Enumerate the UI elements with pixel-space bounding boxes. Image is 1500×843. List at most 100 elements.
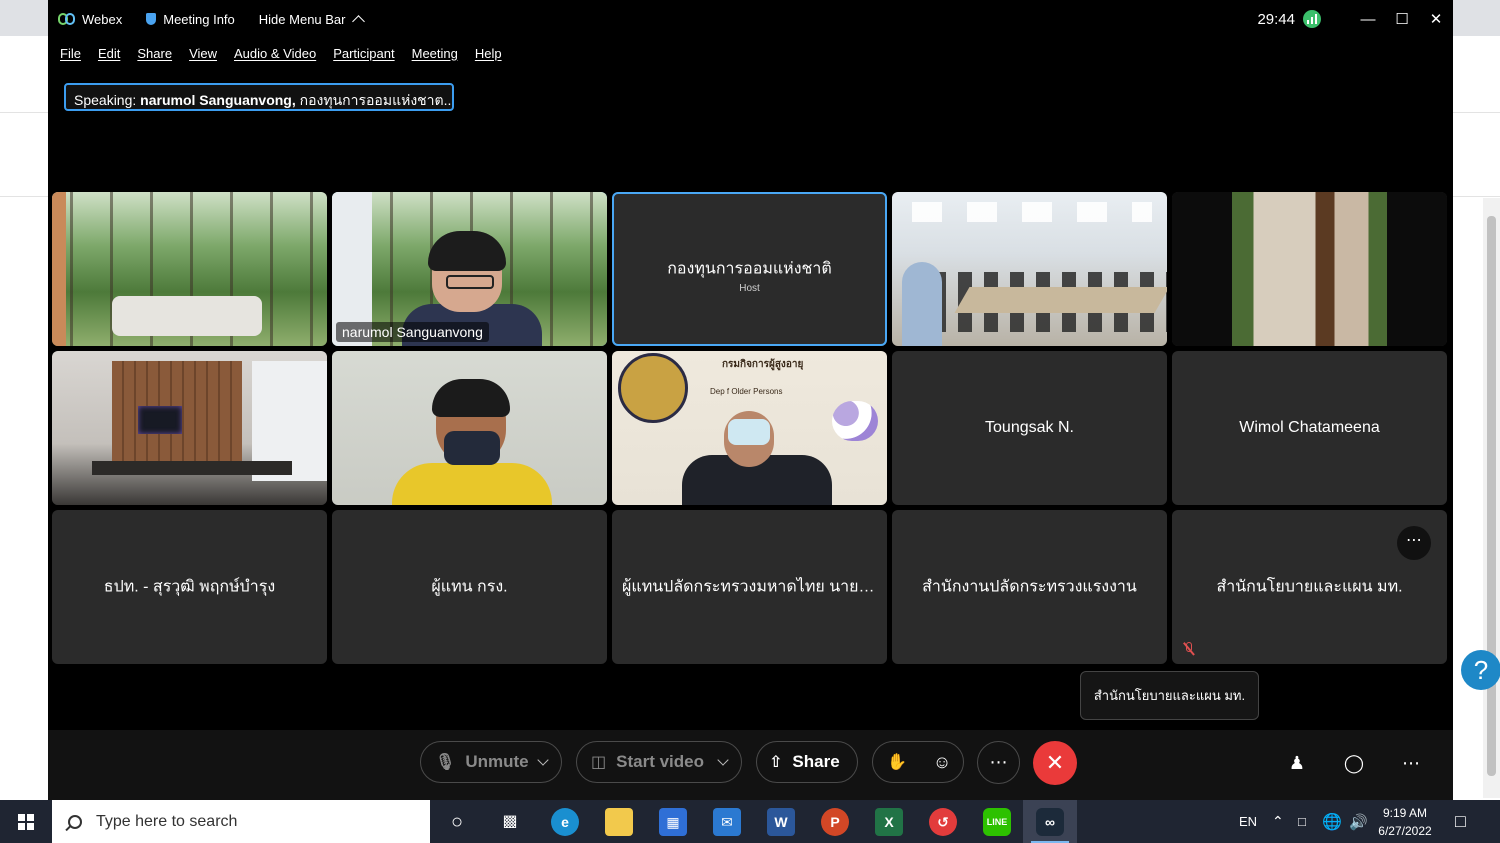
chat-icon[interactable]: ◯ — [1341, 750, 1367, 776]
mail-icon[interactable]: ✉ — [713, 808, 741, 836]
webex-icon: ∞ — [1036, 808, 1064, 836]
windows-taskbar: Type here to search ○ ▩ e ▦ ✉ W P X ↺ LI… — [0, 800, 1500, 843]
muted-mic-icon — [1182, 642, 1196, 656]
participant-tooltip: สำนักนโยบายและแผน มท. — [1080, 671, 1259, 720]
title-bar: Webex Meeting Info Hide Menu Bar 29:44 —… — [48, 0, 1453, 38]
notifications-icon[interactable]: □ — [1455, 800, 1466, 843]
share-label: Share — [792, 752, 840, 771]
menu-edit[interactable]: Edit — [98, 46, 120, 61]
app-name: Webex — [82, 11, 123, 27]
powerpoint-icon[interactable]: P — [821, 808, 849, 836]
speaking-name: narumol Sanguanvong, — [140, 92, 296, 108]
language-indicator[interactable]: EN — [1239, 800, 1257, 843]
more-panels-icon[interactable]: ⋯ — [1398, 750, 1424, 776]
participant-video — [1172, 192, 1447, 346]
shield-icon — [146, 13, 157, 25]
menu-share[interactable]: Share — [137, 46, 172, 61]
meet-now-icon[interactable]: □ — [1298, 800, 1306, 843]
webex-taskbar-button[interactable]: ∞ — [1023, 800, 1077, 843]
maximize-icon[interactable]: ☐ — [1385, 10, 1419, 28]
taskbar-search[interactable]: Type here to search — [52, 800, 430, 843]
windows-logo-icon — [18, 813, 34, 830]
menu-meeting[interactable]: Meeting — [412, 46, 458, 61]
video-tile[interactable] — [1172, 192, 1447, 346]
edge-icon[interactable]: e — [551, 808, 579, 836]
meeting-timer: 29:44 — [1257, 10, 1295, 28]
video-grid: narumol Sanguanvong กองทุนการออมแห่งชาติ… — [52, 192, 1449, 665]
participant-name: ผู้แทนปลัดกระทรวงมหาดไทย นายช์... — [622, 578, 883, 596]
video-tile-hovered[interactable]: สำนักนโยบายและแผน มท. ⋯ — [1172, 510, 1447, 664]
video-tile[interactable]: Wimol Chatameena — [1172, 351, 1447, 505]
video-tile[interactable]: ผู้แทน กรง. — [332, 510, 607, 664]
more-options-icon[interactable]: ⋯ — [977, 741, 1020, 784]
browser-scrollbar[interactable] — [1483, 198, 1500, 798]
webex-window: Webex Meeting Info Hide Menu Bar 29:44 —… — [48, 0, 1453, 800]
participant-video: กรมกิจการผู้สูงอายุ Dep f Older Persons — [612, 351, 887, 505]
menu-file[interactable]: File — [60, 46, 81, 61]
volume-icon[interactable]: 🔊 — [1349, 800, 1368, 843]
menu-help[interactable]: Help — [475, 46, 502, 61]
network-icon[interactable]: 🌐 — [1322, 800, 1342, 843]
minimize-icon[interactable]: — — [1351, 11, 1385, 28]
participant-name: สำนักนโยบายและแผน มท. — [1216, 578, 1403, 596]
cortana-icon[interactable]: ○ — [443, 808, 471, 836]
raise-hand-icon[interactable]: ✋ — [887, 752, 907, 772]
line-icon[interactable]: LINE — [983, 808, 1011, 836]
start-button[interactable] — [0, 800, 52, 843]
chevron-up-icon[interactable]: ⌃ — [1272, 800, 1284, 843]
video-tile[interactable]: ผู้แทนปลัดกระทรวงมหาดไทย นายช์... — [612, 510, 887, 664]
participant-name: Wimol Chatameena — [1239, 419, 1380, 436]
meeting-info-button[interactable]: Meeting Info — [146, 12, 235, 27]
excel-icon[interactable]: X — [875, 808, 903, 836]
video-tile[interactable] — [52, 351, 327, 505]
video-tile[interactable]: กรมกิจการผู้สูงอายุ Dep f Older Persons — [612, 351, 887, 505]
menu-audio-video[interactable]: Audio & Video — [234, 46, 316, 61]
background-banner-subtitle: Dep f Older Persons — [710, 387, 783, 396]
word-icon[interactable]: W — [767, 808, 795, 836]
share-button[interactable]: ⇧ Share — [756, 741, 858, 783]
speaking-prefix: Speaking: — [74, 92, 137, 108]
participant-video — [52, 192, 327, 346]
video-tile[interactable] — [332, 351, 607, 505]
participant-name: กองทุนการออมแห่งชาติ — [667, 260, 832, 278]
help-icon[interactable]: ? — [1461, 650, 1500, 690]
video-tile-host[interactable]: กองทุนการออมแห่งชาติ Host — [612, 192, 887, 346]
search-icon — [68, 814, 82, 829]
more-options-icon[interactable]: ⋯ — [1397, 526, 1431, 560]
file-explorer-icon[interactable] — [605, 808, 633, 836]
task-view-icon[interactable]: ▩ — [496, 808, 524, 836]
close-icon[interactable]: ✕ — [1419, 10, 1453, 28]
store-icon[interactable]: ▦ — [659, 808, 687, 836]
system-clock[interactable]: 9:19 AM 6/27/2022 — [1370, 804, 1440, 840]
video-tile-active-speaker[interactable]: narumol Sanguanvong — [332, 192, 607, 346]
participant-video — [332, 351, 607, 505]
background-banner-title: กรมกิจการผู้สูงอายุ — [722, 359, 804, 370]
scrollbar-thumb[interactable] — [1487, 216, 1496, 776]
video-tile[interactable]: สำนักงานปลัดกระทรวงแรงงาน — [892, 510, 1167, 664]
app-icon[interactable]: ↺ — [929, 808, 957, 836]
video-tile[interactable] — [892, 192, 1167, 346]
video-tile[interactable] — [52, 192, 327, 346]
start-video-button[interactable]: ◫ Start video — [576, 741, 742, 783]
chevron-up-icon — [351, 14, 365, 28]
participant-name-tag: narumol Sanguanvong — [336, 322, 489, 342]
share-icon: ⇧ — [769, 754, 783, 771]
reactions-icon[interactable]: ☺ — [933, 752, 951, 773]
browser-tab-strip — [0, 0, 48, 36]
menu-participant[interactable]: Participant — [333, 46, 394, 61]
hide-menu-bar-button[interactable]: Hide Menu Bar — [259, 12, 365, 28]
participant-video — [892, 192, 1167, 346]
webex-logo-icon — [58, 13, 76, 25]
chevron-down-icon[interactable] — [537, 754, 549, 766]
unmute-button[interactable]: 🎙 Unmute — [420, 741, 562, 783]
network-signal-icon[interactable] — [1303, 10, 1321, 28]
clock-date: 6/27/2022 — [1378, 824, 1432, 838]
speaking-indicator: Speaking: narumol Sanguanvong, กองทุนการ… — [64, 83, 454, 111]
video-tile[interactable]: ธปท. - สุรวุฒิ พฤกษ์บำรุง — [52, 510, 327, 664]
participants-icon[interactable]: ♟ — [1284, 750, 1310, 776]
video-tile[interactable]: Toungsak N. — [892, 351, 1167, 505]
leave-meeting-button[interactable]: ✕ — [1033, 741, 1077, 785]
app-title: Webex — [58, 12, 122, 27]
chevron-down-icon[interactable] — [717, 754, 729, 766]
menu-view[interactable]: View — [189, 46, 217, 61]
